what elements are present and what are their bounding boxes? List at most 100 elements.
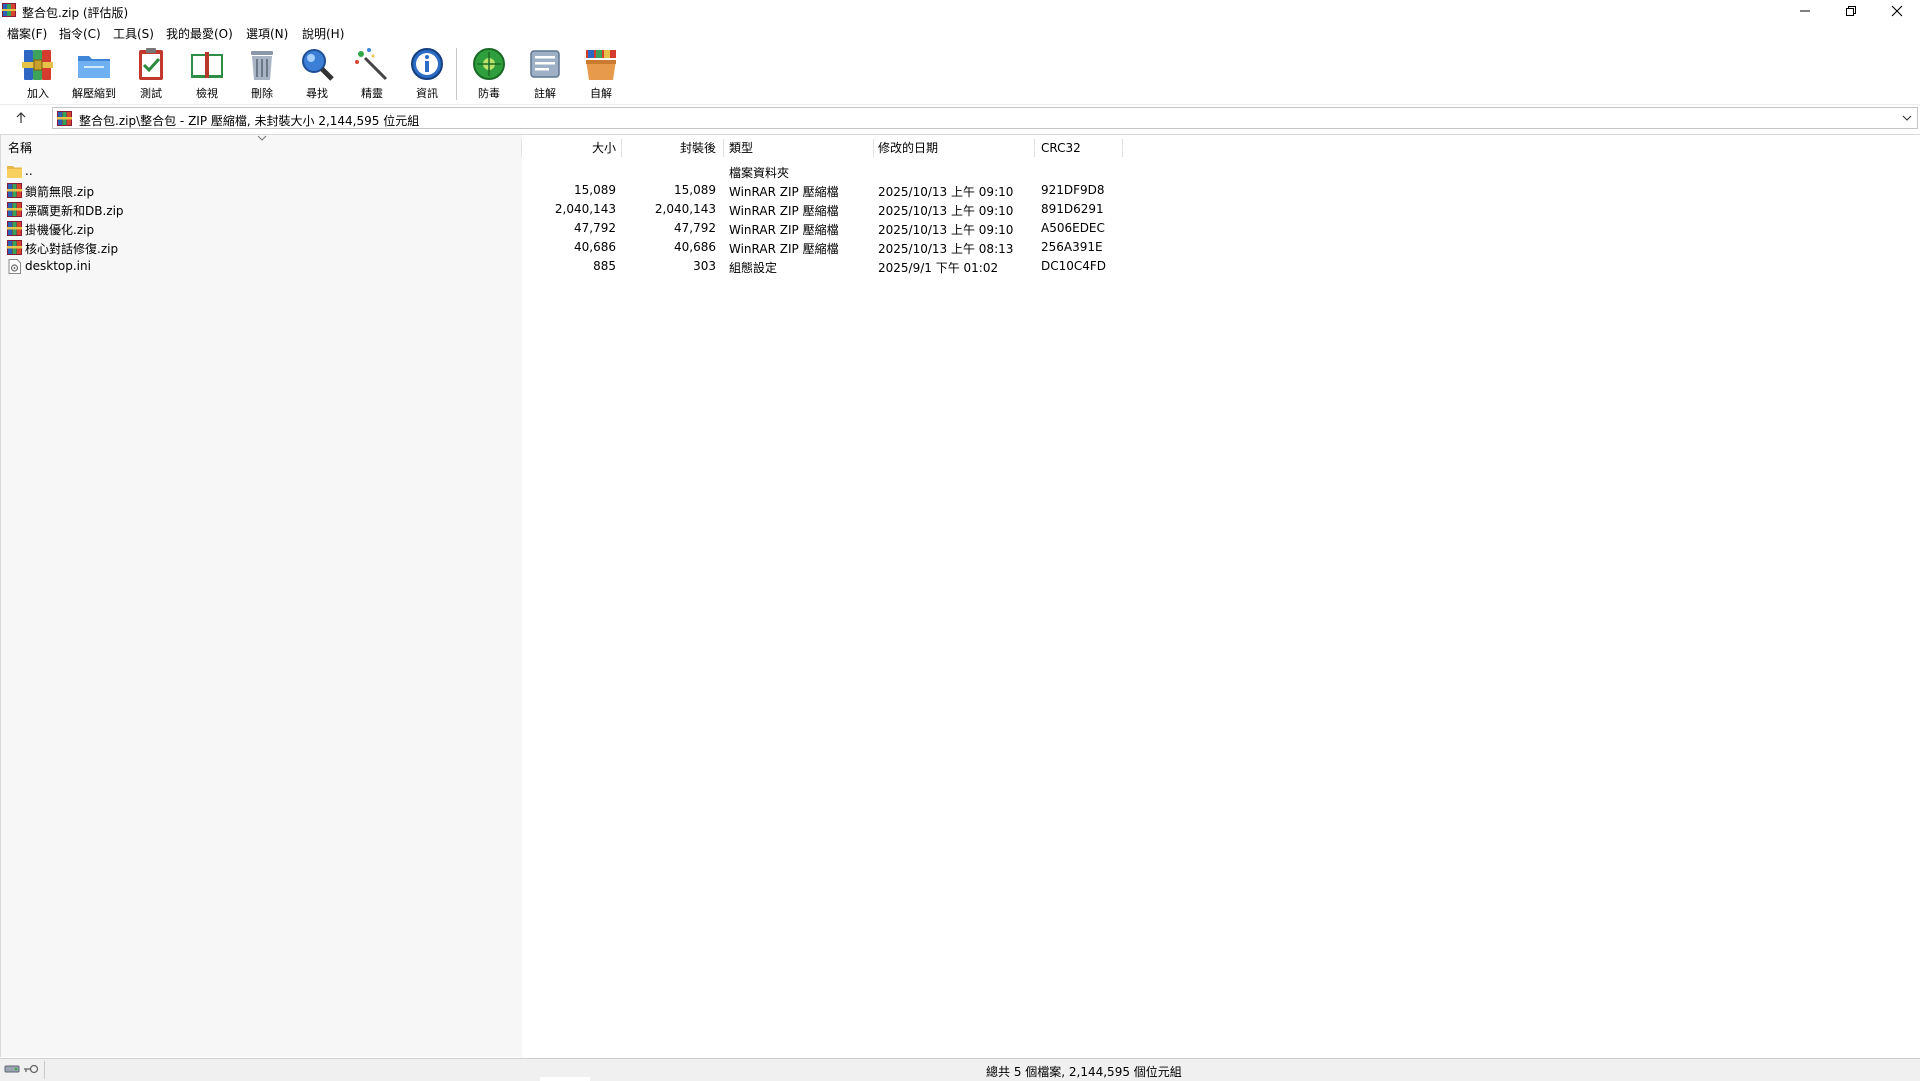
wizard-label: 精靈 [361, 87, 383, 100]
find-label: 尋找 [306, 87, 328, 100]
extract-folder-icon [78, 56, 110, 78]
toolbar: 加入 解壓縮到 測試 檢視 刪除 尋找 精靈 資訊 防毒 註解 自解 [0, 42, 1920, 105]
sfx-button[interactable]: 自解 [576, 46, 626, 102]
zip-archive-icon [7, 240, 22, 255]
wizard-button[interactable]: 精靈 [347, 46, 397, 102]
file-name: 核心對話修復.zip [25, 242, 119, 256]
file-type: WinRAR ZIP 壓縮檔 [729, 223, 839, 237]
zip-archive-icon [7, 183, 22, 198]
file-packed-size: 2,040,143 [654, 202, 716, 216]
folder-icon [7, 166, 22, 178]
winrar-app-icon [2, 3, 16, 17]
path-text: 整合包.zip\整合包 - ZIP 壓縮檔, 未封裝大小 2,144,595 位… [79, 114, 420, 128]
add-button[interactable]: 加入 [13, 46, 63, 102]
file-modified: 2025/10/13 上午 08:13 [878, 242, 1014, 256]
drive-icon[interactable] [4, 1063, 20, 1075]
path-field[interactable]: 整合包.zip\整合包 - ZIP 壓縮檔, 未封裝大小 2,144,595 位… [52, 107, 1918, 129]
delete-button[interactable]: 刪除 [237, 46, 287, 102]
table-row-parent-folder[interactable]: .. 檔案資料夾 [1, 162, 1920, 181]
file-type: 檔案資料夾 [729, 166, 790, 180]
menu-bar: 檔案(F) 指令(C) 工具(S) 我的最愛(O) 選項(N) 說明(H) [0, 22, 1920, 42]
virus-scan-icon [473, 48, 505, 80]
comment-label: 註解 [534, 87, 556, 100]
file-crc: A506EDEC [1041, 221, 1105, 235]
restore-icon [1846, 6, 1856, 16]
table-row[interactable]: 掛機優化.zip 47,792 47,792 WinRAR ZIP 壓縮檔 20… [1, 219, 1920, 238]
extract-to-button[interactable]: 解壓縮到 [69, 46, 119, 102]
file-type: WinRAR ZIP 壓縮檔 [729, 242, 839, 256]
menu-options[interactable]: 選項(N) [246, 25, 288, 42]
status-bar: 總共 5 個檔案, 2,144,595 個位元組 [0, 1058, 1920, 1081]
up-folder-button[interactable] [10, 108, 32, 128]
column-header-size[interactable]: 大小 [522, 135, 616, 161]
column-header-name[interactable]: 名稱 [8, 135, 32, 161]
zip-archive-icon [7, 202, 22, 217]
menu-help[interactable]: 說明(H) [302, 25, 344, 42]
path-dropdown-button[interactable] [1899, 110, 1915, 126]
file-crc: DC10C4FD [1041, 259, 1107, 273]
menu-commands[interactable]: 指令(C) [59, 25, 101, 42]
file-size: 15,089 [574, 183, 616, 197]
virus-scan-button[interactable]: 防毒 [464, 46, 514, 102]
info-icon [411, 48, 443, 80]
key-icon[interactable] [23, 1063, 39, 1075]
arrow-up-icon [16, 112, 26, 123]
zip-archive-icon [57, 111, 72, 126]
column-header-modified[interactable]: 修改的日期 [878, 135, 938, 161]
file-name: desktop.ini [25, 259, 91, 273]
table-row[interactable]: 漂礪更新和DB.zip 2,040,143 2,040,143 WinRAR Z… [1, 200, 1920, 219]
file-crc: 891D6291 [1041, 202, 1104, 216]
column-header-type[interactable]: 類型 [729, 135, 753, 161]
table-row[interactable]: 核心對話修復.zip 40,686 40,686 WinRAR ZIP 壓縮檔 … [1, 238, 1920, 257]
file-packed-size: 15,089 [674, 183, 716, 197]
info-label: 資訊 [416, 87, 438, 100]
status-separator [44, 1061, 45, 1079]
delete-label: 刪除 [251, 87, 273, 100]
status-segment [540, 1077, 590, 1081]
restore-button[interactable] [1828, 0, 1874, 22]
add-label: 加入 [27, 87, 49, 100]
address-bar: 整合包.zip\整合包 - ZIP 壓縮檔, 未封裝大小 2,144,595 位… [0, 106, 1920, 130]
file-name: .. [25, 164, 33, 178]
file-size: 47,792 [574, 221, 616, 235]
column-separator[interactable] [873, 139, 874, 157]
column-header-crc[interactable]: CRC32 [1041, 135, 1081, 161]
file-crc: 921DF9D8 [1041, 183, 1105, 197]
close-button[interactable] [1874, 0, 1920, 22]
view-book-icon [191, 52, 223, 78]
window-title: 整合包.zip (評估版) [22, 6, 129, 20]
info-button[interactable]: 資訊 [402, 46, 452, 102]
extract-to-label: 解壓縮到 [72, 87, 116, 100]
menu-tools[interactable]: 工具(S) [113, 25, 154, 42]
status-icons [4, 1063, 39, 1075]
file-modified: 2025/9/1 下午 01:02 [878, 261, 999, 275]
column-header-packed[interactable]: 封裝後 [622, 135, 716, 161]
file-name: 掛機優化.zip [25, 223, 95, 237]
title-bar: 整合包.zip (評估版) [0, 0, 1920, 22]
menu-favorites[interactable]: 我的最愛(O) [166, 25, 233, 42]
trash-can-icon [251, 51, 273, 80]
column-separator[interactable] [1122, 139, 1123, 157]
test-button[interactable]: 測試 [126, 46, 176, 102]
minimize-button[interactable] [1782, 0, 1828, 22]
view-button[interactable]: 檢視 [182, 46, 232, 102]
sfx-label: 自解 [590, 87, 612, 100]
table-row[interactable]: desktop.ini 885 303 組態設定 2025/9/1 下午 01:… [1, 257, 1920, 276]
column-separator[interactable] [1034, 139, 1035, 157]
file-type: WinRAR ZIP 壓縮檔 [729, 204, 839, 218]
close-icon [1891, 5, 1903, 17]
column-separator[interactable] [723, 139, 724, 157]
test-label: 測試 [140, 87, 162, 100]
comment-button[interactable]: 註解 [520, 46, 570, 102]
file-modified: 2025/10/13 上午 09:10 [878, 204, 1014, 218]
menu-file[interactable]: 檔案(F) [7, 25, 47, 42]
file-size: 2,040,143 [554, 202, 616, 216]
table-row[interactable]: 鎖箭無限.zip 15,089 15,089 WinRAR ZIP 壓縮檔 20… [1, 181, 1920, 200]
view-label: 檢視 [196, 87, 218, 100]
file-type: WinRAR ZIP 壓縮檔 [729, 185, 839, 199]
find-button[interactable]: 尋找 [292, 46, 342, 102]
virus-scan-label: 防毒 [478, 87, 500, 100]
toolbar-separator [456, 48, 457, 100]
sfx-box-icon [586, 50, 616, 80]
file-type: 組態設定 [729, 261, 778, 275]
